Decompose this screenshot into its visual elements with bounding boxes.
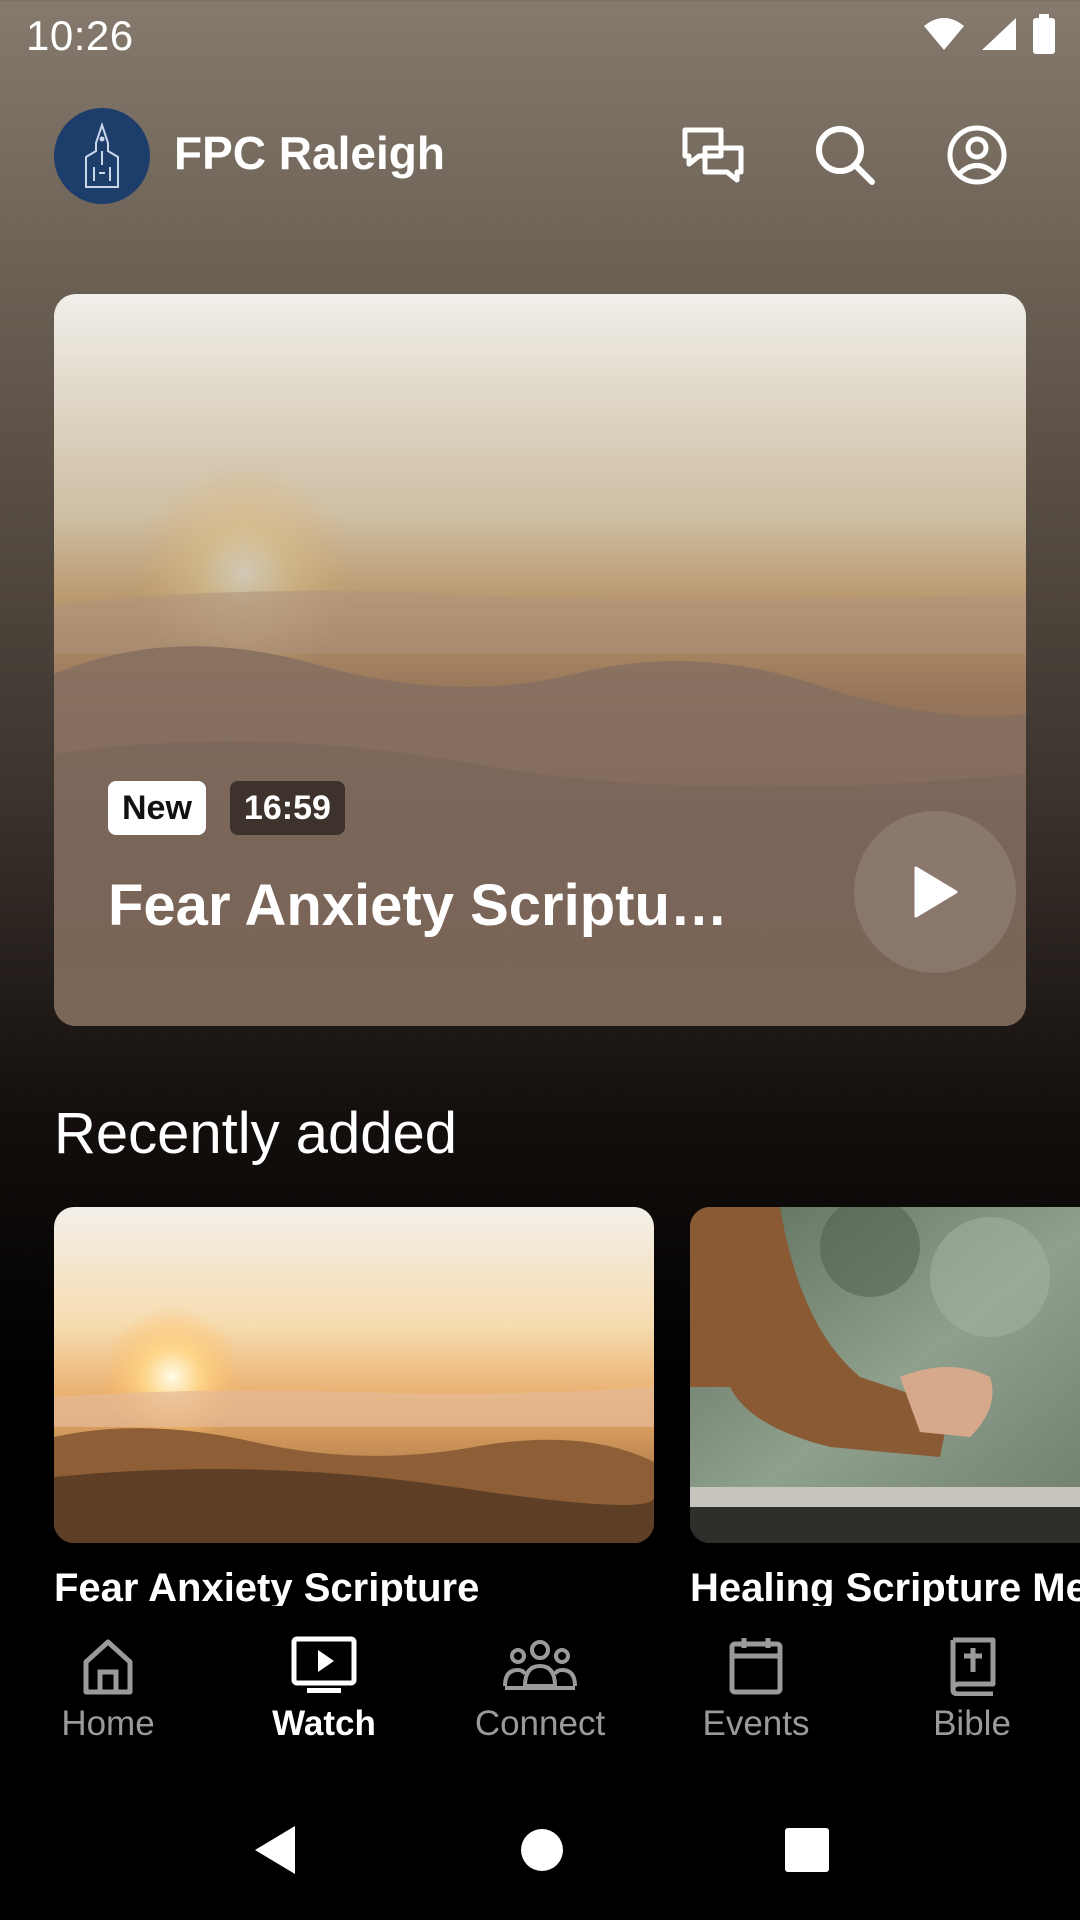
recents-square-icon[interactable]: [785, 1828, 830, 1872]
group-icon: [503, 1640, 577, 1690]
cell-signal-icon: [982, 18, 1016, 50]
nav-events[interactable]: Events: [648, 1606, 864, 1744]
battery-icon: [1033, 14, 1055, 54]
church-logo[interactable]: [54, 108, 150, 204]
back-icon[interactable]: [251, 1824, 299, 1876]
status-icons: [922, 14, 1056, 54]
chat-button[interactable]: [678, 120, 748, 190]
account-button[interactable]: [942, 120, 1012, 190]
play-icon: [914, 866, 958, 918]
hero-title: Fear Anxiety Scriptur…: [108, 873, 748, 938]
video-title[interactable]: Healing Scripture Me: [690, 1566, 1080, 1611]
home-circle-icon[interactable]: [520, 1828, 564, 1872]
new-badge: New: [108, 781, 206, 835]
section-title-recently-added: Recently added: [54, 1101, 458, 1166]
nav-label: Home: [61, 1704, 155, 1743]
bible-icon: [950, 1637, 996, 1696]
nav-home[interactable]: Home: [0, 1606, 216, 1744]
calendar-icon: [729, 1638, 783, 1695]
tv-play-icon: [291, 1636, 357, 1693]
nav-watch[interactable]: Watch: [216, 1606, 432, 1744]
church-icon: [85, 121, 119, 188]
video-title[interactable]: Fear Anxiety Scripture: [54, 1566, 479, 1611]
duration-badge: 16:59: [229, 781, 345, 835]
status-time: 10:26: [26, 12, 134, 59]
search-icon: [816, 126, 875, 185]
nav-label: Bible: [933, 1704, 1011, 1743]
home-icon: [83, 1639, 133, 1695]
nav-label: Watch: [272, 1704, 376, 1743]
video-thumbnail[interactable]: [690, 1207, 1080, 1543]
search-button[interactable]: [810, 120, 880, 190]
app-title: FPC Raleigh: [174, 127, 445, 179]
nav-label: Connect: [474, 1704, 606, 1743]
wifi-icon: [924, 18, 964, 50]
nav-connect[interactable]: Connect: [432, 1606, 648, 1744]
chat-icon: [682, 127, 744, 183]
system-navigation-bar: [0, 1780, 1080, 1920]
thumbnail-image-sunrise: [54, 1207, 654, 1543]
thumbnail-image-hands: [690, 1207, 1080, 1543]
bottom-navigation: Home Watch Connect Events Bible: [0, 1606, 1080, 1780]
play-button[interactable]: [854, 811, 1016, 973]
account-icon: [947, 125, 1007, 185]
video-thumbnail[interactable]: [54, 1207, 654, 1543]
hero-badges: New 16:59: [108, 781, 345, 835]
nav-bible[interactable]: Bible: [864, 1606, 1080, 1744]
nav-label: Events: [702, 1704, 810, 1743]
